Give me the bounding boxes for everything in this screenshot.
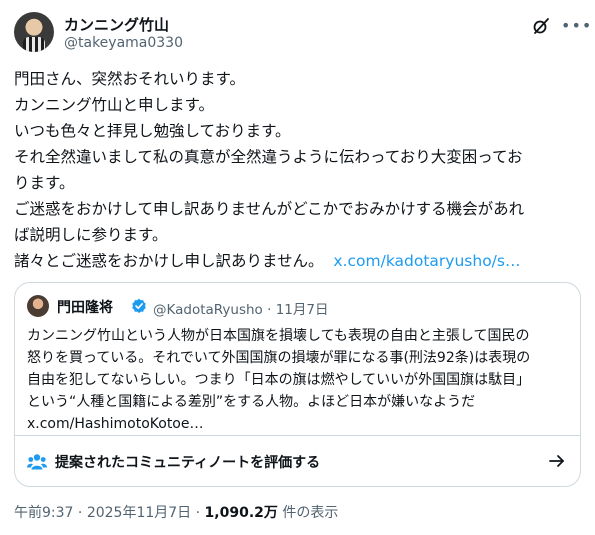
- quote-handle-date: @KadotaRyusho · 11月7日: [153, 302, 329, 318]
- tweet-link[interactable]: x.com/kadotaryusho/s…: [333, 252, 520, 270]
- quote-avatar[interactable]: [27, 295, 49, 317]
- author-name[interactable]: カンニング竹山: [64, 14, 169, 35]
- quote-link[interactable]: x.com/HashimotoKotoe…: [27, 413, 572, 435]
- people-icon: [27, 454, 47, 470]
- quote-author-name[interactable]: 門田隆将: [57, 297, 113, 317]
- tweet-line: それ全然違いまして私の真意が全然違うように伝わっており大変困ってお: [14, 148, 523, 166]
- tweet-line: 門田さん、突然おそれいります。: [14, 70, 245, 88]
- tweet-header: カンニング竹山 @takeyama0330 •••: [14, 12, 591, 56]
- arrow-right-icon[interactable]: [548, 452, 566, 470]
- tweet-line: ば説明しに参ります。: [14, 226, 168, 244]
- quote-line: という“人種と国籍による差別”をする人物。よほど日本が嫌いなようだ: [27, 394, 476, 410]
- more-icon[interactable]: •••: [561, 16, 591, 36]
- tweet-line: ご迷惑をおかけして申し訳ありませんがどこかでおみかけする機会があれ: [14, 200, 525, 218]
- quote-date[interactable]: 11月7日: [276, 302, 329, 318]
- quote-header: 門田隆将 @KadotaRyusho · 11月7日: [27, 295, 567, 318]
- quote-line: 怒りを買っている。それでいて外国国旗の損壊が罪になる事(刑法92条)は表現の: [27, 350, 531, 366]
- tweet-time[interactable]: 午前9:37: [14, 505, 73, 521]
- tweet-line: カンニング竹山と申します。: [14, 96, 214, 114]
- tweet-date[interactable]: 2025年11月7日: [87, 505, 191, 521]
- view-count-suffix: 件の表示: [277, 505, 339, 521]
- community-note-label[interactable]: 提案されたコミュニティノートを評価する: [55, 452, 320, 472]
- grok-icon[interactable]: [531, 16, 551, 36]
- verified-badge-icon: [132, 298, 146, 313]
- quote-handle[interactable]: @KadotaRyusho: [153, 302, 263, 318]
- quote-line: 自由を犯してないらしい。つまり「日本の旗は燃やしていいが外国国旗は駄目」: [27, 372, 531, 388]
- tweet-meta: 午前9:37 · 2025年11月7日 · 1,090.2万 件の表示: [14, 505, 339, 521]
- tweet-line-last: 諸々とご迷惑をおかけし申し訳ありません。 x.com/kadotaryusho/…: [14, 248, 581, 274]
- tweet-text: 門田さん、突然おそれいります。 カンニング竹山と申します。 いつも色々と拝見し勉…: [14, 66, 581, 274]
- quote-text: カンニング竹山という人物が日本国旗を損壊しても表現の自由と主張して国民の 怒りを…: [27, 325, 572, 435]
- tweet-line-text: 諸々とご迷惑をおかけし申し訳ありません。: [14, 252, 324, 270]
- avatar[interactable]: [14, 12, 54, 52]
- quoted-tweet[interactable]: 門田隆将 @KadotaRyusho · 11月7日 カンニング竹山という人物が…: [14, 282, 581, 487]
- community-note-bar[interactable]: 提案されたコミュニティノートを評価する: [15, 435, 580, 486]
- quote-line: カンニング竹山という人物が日本国旗を損壊しても表現の自由と主張して国民の: [27, 328, 530, 344]
- tweet-line: ります。: [14, 174, 75, 192]
- tweet-line: いつも色々と拝見し勉強しております。: [14, 122, 291, 140]
- author-handle[interactable]: @takeyama0330: [64, 35, 183, 51]
- view-count[interactable]: 1,090.2万: [205, 505, 278, 521]
